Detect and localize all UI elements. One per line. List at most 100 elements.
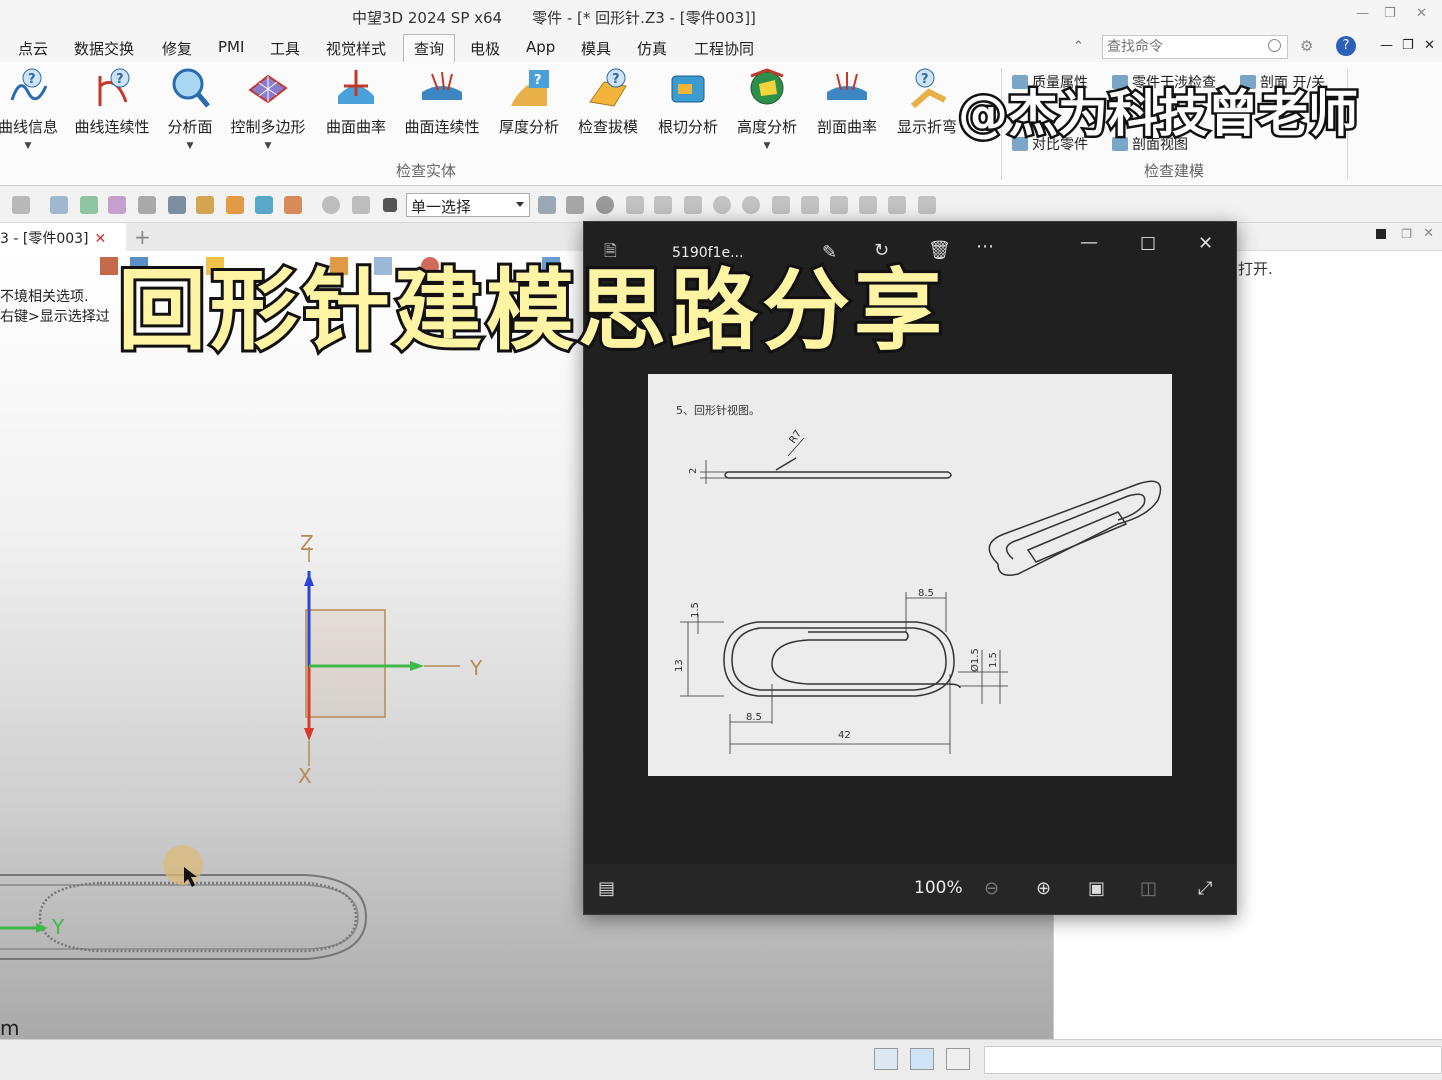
target-icon[interactable] [322, 196, 340, 214]
menu-tools[interactable]: 工具 [270, 38, 300, 59]
palette-icon[interactable] [284, 196, 302, 214]
points-icon[interactable] [626, 196, 644, 214]
help-icon[interactable]: ? [1336, 36, 1356, 56]
dropdown-arrow-icon[interactable]: ▼ [226, 141, 310, 151]
menu-collaboration[interactable]: 工程协同 [694, 38, 754, 59]
tool-check-draft[interactable]: ? 检查拔模 [574, 66, 642, 137]
viewer-minimize-icon[interactable]: — [1080, 232, 1098, 253]
print-icon[interactable] [12, 196, 30, 214]
section-curvature-icon [825, 66, 869, 110]
filter-icon[interactable] [80, 196, 98, 214]
filter-icon[interactable] [50, 196, 68, 214]
menu-point-cloud[interactable]: 点云 [18, 38, 48, 59]
tool-curve-info[interactable]: ? 曲线信息 ▼ [0, 66, 58, 151]
tool-undercut-analysis[interactable]: 根切分析 [654, 66, 722, 137]
face-icon[interactable] [888, 196, 906, 214]
tool-height-analysis[interactable]: 高度分析 ▼ [732, 66, 802, 151]
tool-analyze-face[interactable]: 分析面 ▼ [164, 66, 216, 151]
doc-restore-icon[interactable]: ❐ [1402, 38, 1414, 53]
svg-text:R7: R7 [787, 429, 804, 446]
close-tab-icon[interactable]: ✕ [95, 231, 107, 247]
filmstrip-icon[interactable]: ▤ [598, 878, 615, 899]
cursor-icon[interactable] [538, 196, 556, 214]
menu-pmi[interactable]: PMI [218, 38, 244, 56]
axis-label-z: Z [300, 531, 314, 555]
folder-icon[interactable] [226, 196, 244, 214]
panel-close-icon[interactable]: ✕ [1423, 226, 1434, 241]
axis-label-x: X [298, 764, 312, 788]
pointer-icon[interactable] [168, 196, 186, 214]
tool-curve-continuity[interactable]: ? 曲线连续性 [72, 66, 152, 137]
menu-visual-style[interactable]: 视觉样式 [326, 38, 386, 59]
collapse-ribbon-icon[interactable]: ⌃ [1073, 39, 1084, 54]
command-search[interactable] [1102, 35, 1288, 59]
group-label-inspect-entity: 检查实体 [396, 162, 457, 180]
fullscreen-icon[interactable]: ⤢ [1198, 878, 1212, 899]
tool-show-bend[interactable]: ? 显示折弯 [892, 66, 962, 137]
menu-mold[interactable]: 模具 [581, 38, 611, 59]
viewer-close-icon[interactable]: ✕ [1198, 233, 1213, 254]
box-icon[interactable] [255, 196, 273, 214]
status-list-icon[interactable] [946, 1048, 970, 1070]
fit-to-window-icon[interactable]: ▣ [1088, 878, 1105, 899]
dropdown-arrow-icon[interactable]: ▼ [0, 141, 58, 151]
dropdown-arrow-icon[interactable]: ▼ [732, 141, 802, 151]
curve-icon[interactable] [801, 196, 819, 214]
filter-icon[interactable] [138, 196, 156, 214]
undo-icon[interactable] [352, 196, 370, 214]
curve-info-icon: ? [6, 66, 50, 110]
menu-app[interactable]: App [526, 38, 555, 56]
dropdown-arrow-icon[interactable]: ▼ [164, 141, 216, 151]
menu-repair[interactable]: 修复 [162, 38, 192, 59]
menu-electrode[interactable]: 电极 [470, 38, 500, 59]
undercut-analysis-icon [666, 66, 710, 110]
line-icon[interactable] [654, 196, 672, 214]
selection-box [305, 609, 386, 718]
arc-icon[interactable] [830, 196, 848, 214]
actual-size-icon[interactable]: ◫ [1140, 878, 1157, 899]
svg-text:13: 13 [674, 659, 685, 672]
close-icon[interactable]: ✕ [1416, 6, 1427, 21]
curve-icon[interactable] [772, 196, 790, 214]
more-options-icon[interactable]: ⋯ [976, 236, 994, 257]
gear-small-icon[interactable] [566, 196, 584, 214]
menu-simulation[interactable]: 仿真 [637, 38, 667, 59]
point-icon[interactable] [713, 196, 731, 214]
doc-minimize-icon[interactable]: — [1380, 38, 1393, 53]
command-search-input[interactable] [1103, 36, 1263, 58]
menu-query[interactable]: 查询 [403, 34, 456, 63]
filter-icon[interactable] [108, 196, 126, 214]
tool-control-polygon[interactable]: 控制多边形 ▼ [226, 66, 310, 151]
zoom-in-icon[interactable]: ⊕ [1036, 878, 1051, 899]
line-icon[interactable] [859, 196, 877, 214]
panel-pin-icon[interactable] [1376, 229, 1386, 239]
tool-thickness-analysis[interactable]: ? 厚度分析 [494, 66, 564, 137]
zoom-level[interactable]: 100% [914, 878, 963, 898]
tool-section-curvature[interactable]: 剖面曲率 [812, 66, 882, 137]
play-icon[interactable] [596, 196, 614, 214]
restore-icon[interactable]: ❐ [1384, 6, 1396, 21]
drawing-image: 5、回形针视图。 2 R7 8.5 1.5 13 Ø1.5 1.5 8.5 42 [648, 374, 1172, 776]
stop-icon[interactable] [383, 198, 397, 212]
minimize-icon[interactable]: — [1356, 6, 1369, 21]
doc-close-icon[interactable]: ✕ [1424, 38, 1435, 53]
menu-data-exchange[interactable]: 数据交换 [74, 38, 134, 59]
selection-mode-dropdown[interactable]: 单一选择 [406, 193, 530, 217]
control-polygon-icon [246, 66, 290, 110]
tool-surface-continuity[interactable]: 曲面连续性 [400, 66, 484, 137]
panel-restore-icon[interactable]: ❐ [1401, 227, 1412, 241]
status-display-icon[interactable] [910, 1048, 934, 1070]
line-icon[interactable] [684, 196, 702, 214]
zoom-out-icon[interactable]: ⊖ [984, 878, 999, 899]
status-doc-icon[interactable] [874, 1048, 898, 1070]
unit-label: m [0, 1016, 20, 1039]
viewer-maximize-icon[interactable]: ☐ [1140, 234, 1156, 255]
magnifier-icon [168, 66, 212, 110]
list-icon[interactable] [196, 196, 214, 214]
video-title-overlay: 回形针建模思路分享 [115, 256, 947, 365]
settings-gear-icon[interactable]: ⚙ [1300, 37, 1313, 55]
circle-icon[interactable] [742, 196, 760, 214]
tool-surface-curvature[interactable]: 曲面曲率 [322, 66, 390, 137]
face-icon[interactable] [918, 196, 936, 214]
tab-part003[interactable]: 3 - [零件003] ✕ [0, 223, 126, 251]
